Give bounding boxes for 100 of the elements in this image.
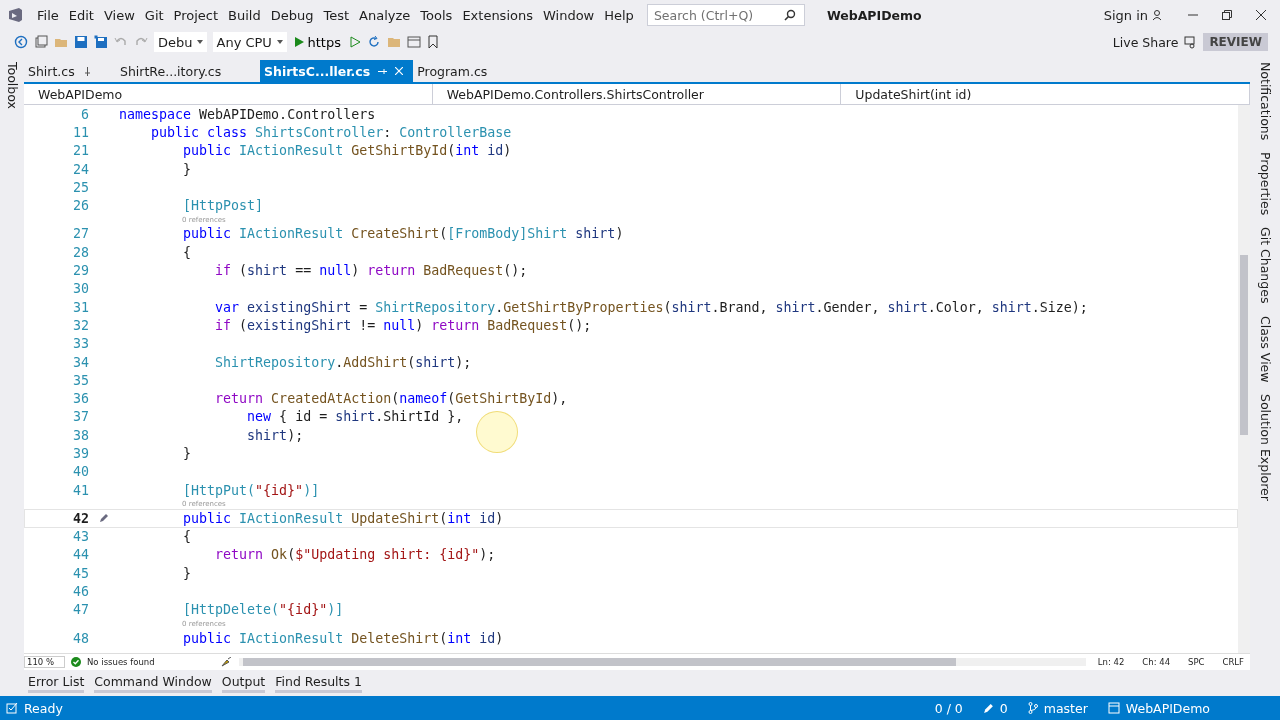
line-number: 38 xyxy=(72,427,89,443)
menu-item[interactable]: Build xyxy=(223,7,266,23)
code-line: [HttpDelete("{id}")] xyxy=(182,602,344,618)
line-number: 45 xyxy=(72,565,89,581)
type-dropdown[interactable]: WebAPIDemo.Controllers.ShirtsController xyxy=(432,84,842,104)
configuration-dropdown[interactable]: Debu xyxy=(154,32,207,52)
menu-item[interactable]: Help xyxy=(599,7,639,23)
side-panel-tab[interactable]: Properties xyxy=(1257,150,1273,218)
repository-icon[interactable] xyxy=(1107,702,1120,714)
pencil-icon[interactable] xyxy=(99,513,109,524)
caret-icon[interactable] xyxy=(276,40,283,44)
menu-item[interactable]: Git xyxy=(139,7,169,23)
tool-window-tab[interactable]: Error List xyxy=(28,673,85,693)
menu-item[interactable]: Window xyxy=(537,7,600,23)
pencil-icon[interactable] xyxy=(982,702,994,714)
line-number: 40 xyxy=(72,464,89,480)
person-icon[interactable] xyxy=(1152,9,1164,21)
side-panel-tab[interactable]: Class View xyxy=(1257,313,1273,385)
tool-window-tab[interactable]: Command Window xyxy=(94,673,212,693)
sign-in-link[interactable]: Sign in xyxy=(1103,7,1148,23)
menu-item[interactable]: View xyxy=(98,7,140,23)
menu-item[interactable]: Test xyxy=(318,7,355,23)
run-button[interactable]: https xyxy=(292,34,343,50)
play-outline-icon[interactable] xyxy=(348,36,361,48)
line-number: 27 xyxy=(72,226,89,242)
line-number: 46 xyxy=(72,584,89,600)
cursor-highlight xyxy=(476,411,518,453)
feedback-icon[interactable] xyxy=(1184,35,1198,49)
menu-item[interactable]: Edit xyxy=(63,7,99,23)
code-line: namespace WebAPIDemo.Controllers xyxy=(119,106,376,122)
platform-dropdown[interactable]: Any CPU xyxy=(212,32,287,52)
sync-status[interactable]: 0 / 0 xyxy=(934,700,963,716)
window-title: WebAPIDemo xyxy=(826,7,922,23)
menu-item[interactable]: Project xyxy=(168,7,224,23)
caret-icon[interactable] xyxy=(196,40,203,44)
refresh-icon[interactable] xyxy=(366,35,381,49)
code-line: public IActionResult GetShirtById(int id) xyxy=(182,143,512,159)
new-project-icon[interactable] xyxy=(34,35,48,49)
menu-item[interactable]: Tools xyxy=(415,7,458,23)
line-number: 34 xyxy=(72,354,89,370)
code-line: } xyxy=(182,161,192,177)
side-panel-tab[interactable]: Solution Explorer xyxy=(1257,392,1273,504)
code-line: return CreatedAtAction(nameof(GetShirtById), xyxy=(214,391,568,407)
window-icon[interactable] xyxy=(406,35,421,49)
menu-item[interactable]: File xyxy=(32,7,64,23)
line-number: 41 xyxy=(72,482,89,498)
side-panel-tab[interactable]: Notifications xyxy=(1257,60,1273,143)
close-icon[interactable] xyxy=(1256,10,1266,20)
line-number: 48 xyxy=(72,630,89,646)
line-number: 32 xyxy=(72,317,89,333)
save-all-icon[interactable] xyxy=(94,35,108,49)
line-number: 24 xyxy=(72,161,89,177)
live-share-button[interactable]: Live Share xyxy=(1112,34,1179,50)
menu-item[interactable]: Extensions xyxy=(457,7,538,23)
line-number: 26 xyxy=(72,198,89,214)
line-number: 37 xyxy=(72,409,89,425)
horizontal-scrollbar[interactable] xyxy=(238,658,1086,666)
line-number: 36 xyxy=(72,391,89,407)
issues-status[interactable]: No issues found xyxy=(87,657,155,667)
line-number: 47 xyxy=(72,602,89,618)
line-number: 6 xyxy=(80,106,89,122)
line-indicator: Ln: 42 xyxy=(1096,657,1126,667)
changes-count[interactable]: 0 xyxy=(999,700,1008,716)
zoom-dropdown[interactable]: 110 % xyxy=(24,656,65,668)
menu-item[interactable]: Debug xyxy=(265,7,319,23)
branch-icon[interactable] xyxy=(1027,702,1038,714)
line-ending-indicator[interactable]: CRLF xyxy=(1216,657,1250,667)
pin-icon[interactable] xyxy=(82,66,92,76)
project-dropdown[interactable]: WebAPIDemo xyxy=(24,84,433,104)
code-line: public IActionResult DeleteShirt(int id) xyxy=(182,630,504,646)
member-dropdown[interactable]: UpdateShirt(int id) xyxy=(841,84,1250,104)
vertical-scrollbar[interactable] xyxy=(1238,105,1250,653)
restore-icon[interactable] xyxy=(1222,10,1232,20)
whitespace-indicator[interactable]: SPC xyxy=(1182,657,1211,667)
line-number: 35 xyxy=(72,372,89,388)
brush-icon[interactable] xyxy=(220,657,233,667)
code-line: public IActionResult UpdateShirt(int id) xyxy=(182,510,504,526)
check-circle-icon xyxy=(71,657,81,667)
tool-window-tab[interactable]: Find Results 1 xyxy=(275,673,362,693)
bookmark-icon[interactable] xyxy=(426,35,439,49)
code-line: if (shirt == null) return BadRequest(); xyxy=(214,263,528,278)
line-number: 43 xyxy=(72,529,89,545)
branch-name[interactable]: master xyxy=(1043,700,1088,716)
menu-item[interactable]: Analyze xyxy=(354,7,416,23)
side-panel-tab[interactable]: Git Changes xyxy=(1257,225,1273,306)
back-icon[interactable] xyxy=(14,35,28,49)
code-line: new { id = shirt.ShirtId }, xyxy=(246,409,464,425)
code-line: if (existingShirt != null) return BadRequest(); xyxy=(214,317,592,333)
side-panel-tab[interactable]: Toolbox xyxy=(4,60,20,111)
ready-icon xyxy=(6,702,18,714)
tool-window-tab[interactable]: Output xyxy=(221,673,266,693)
pin-icon[interactable] xyxy=(378,66,388,76)
status-message: Ready xyxy=(24,700,63,716)
code-line: ShirtRepository.AddShirt(shirt); xyxy=(214,354,472,370)
document-tab[interactable]: ShirtsC...ller.cs xyxy=(260,60,414,82)
code-line: } xyxy=(182,446,192,461)
save-icon[interactable] xyxy=(74,35,88,49)
repository-name[interactable]: WebAPIDemo xyxy=(1125,700,1210,716)
search-field[interactable]: Search (Ctrl+Q) xyxy=(646,4,805,26)
app-logo-icon xyxy=(6,6,24,24)
